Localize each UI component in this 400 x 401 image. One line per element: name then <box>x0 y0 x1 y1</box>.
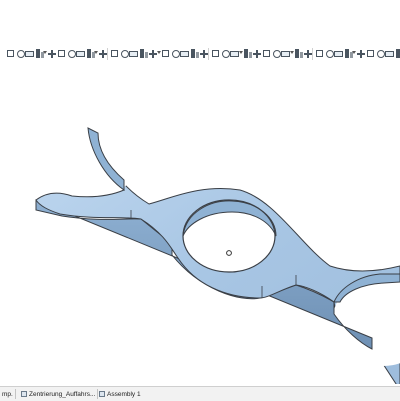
split-icon[interactable] <box>180 49 190 59</box>
loft-icon[interactable] <box>47 49 57 59</box>
rib-icon[interactable] <box>139 49 149 59</box>
coordinate-system-icon[interactable] <box>243 49 253 59</box>
graphics-viewport[interactable] <box>0 66 400 391</box>
toolbar-separator <box>312 48 313 60</box>
reference-plane-icon[interactable] <box>211 49 221 59</box>
shell-icon[interactable] <box>110 49 120 59</box>
render-icon[interactable] <box>366 49 376 59</box>
document-tab-bar: mp. Zentrierung_Auffahrs... Assembly 1 <box>0 386 400 401</box>
axis-icon[interactable] <box>221 49 231 59</box>
part-document-icon <box>21 391 27 397</box>
document-tab[interactable]: Assembly 1 <box>99 387 141 401</box>
part-top-face <box>35 127 400 391</box>
toolbar-separator <box>208 48 209 60</box>
document-tab-label: Zentrierung_Auffahrs... <box>29 390 96 398</box>
toolbar-separator <box>107 48 108 60</box>
mirror-icon[interactable] <box>129 49 139 59</box>
knit-icon[interactable] <box>272 49 282 59</box>
dome-icon[interactable] <box>171 49 181 59</box>
assembly-document-icon <box>99 391 105 397</box>
pattern-icon[interactable] <box>120 49 130 59</box>
feature-icon[interactable] <box>57 49 67 59</box>
equations-icon[interactable] <box>356 49 366 59</box>
document-tab-label: mp. <box>2 390 13 398</box>
command-toolbar <box>0 42 400 66</box>
scene-icon[interactable] <box>385 49 395 59</box>
appearance-icon[interactable] <box>376 49 386 59</box>
cut-icon[interactable] <box>67 49 77 59</box>
wrap-icon[interactable] <box>161 49 171 59</box>
view-orientation-icon[interactable] <box>325 49 335 59</box>
part-body[interactable] <box>35 127 400 391</box>
3d-model-view[interactable] <box>0 66 400 391</box>
curve-icon[interactable] <box>252 49 262 59</box>
surface-icon[interactable] <box>262 49 272 59</box>
mass-properties-icon[interactable] <box>294 49 304 59</box>
fork-inner-wall <box>87 127 125 191</box>
settings-icon[interactable] <box>395 49 400 59</box>
sketch-icon[interactable] <box>6 49 16 59</box>
zoom-icon[interactable] <box>334 49 344 59</box>
document-tab[interactable]: mp. <box>2 387 16 401</box>
origin-point[interactable] <box>226 250 232 256</box>
combine-icon[interactable] <box>190 49 200 59</box>
document-tab[interactable]: Zentrierung_Auffahrs... <box>21 387 99 401</box>
fillet-icon[interactable] <box>76 49 86 59</box>
document-tab-label: Assembly 1 <box>107 390 141 398</box>
extrude-icon[interactable] <box>16 49 26 59</box>
display-icon[interactable] <box>315 49 325 59</box>
revolve-icon[interactable] <box>25 49 35 59</box>
